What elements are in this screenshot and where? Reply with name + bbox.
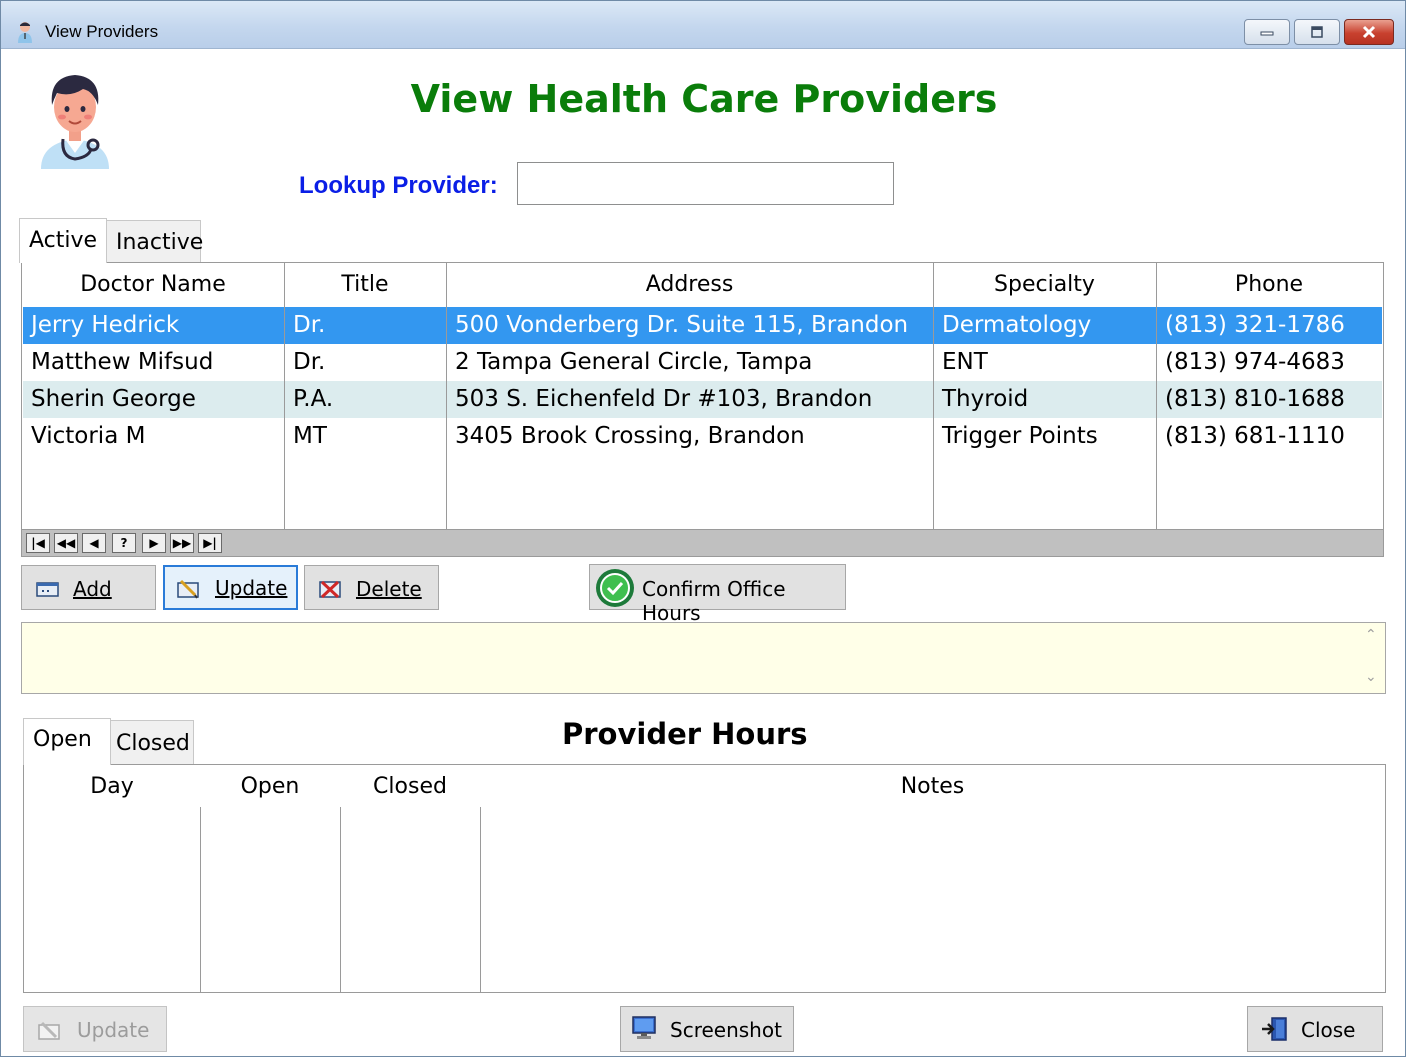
page-title: View Health Care Providers	[410, 77, 998, 121]
close-window-button[interactable]	[1344, 19, 1394, 45]
cell-title: Dr.	[293, 349, 326, 375]
maximize-button[interactable]	[1294, 19, 1340, 45]
tab-closed[interactable]: Closed	[110, 720, 194, 764]
prev-page-button[interactable]: ◀◀	[54, 533, 78, 553]
close-icon	[1362, 25, 1376, 39]
column-header-notes[interactable]: Notes	[480, 765, 1385, 809]
table-row[interactable]: Matthew Mifsud Dr. 2 Tampa General Circl…	[23, 344, 1382, 381]
add-button-label: Add	[73, 577, 112, 601]
column-header-day[interactable]: Day	[24, 765, 200, 809]
screenshot-button[interactable]: Screenshot	[620, 1006, 794, 1052]
cell-title: Dr.	[293, 312, 326, 338]
cell-doctor-name: Jerry Hedrick	[31, 312, 180, 338]
notes-scrollbar[interactable]: ⌃ ⌄	[1359, 623, 1385, 693]
column-divider	[480, 807, 481, 992]
edit-icon	[177, 579, 199, 599]
cell-doctor-name: Matthew Mifsud	[31, 349, 214, 375]
monitor-icon	[632, 1016, 656, 1039]
column-divider	[446, 263, 447, 529]
title-bar[interactable]: View Providers	[1, 1, 1405, 49]
providers-grid: Doctor Name Title Address Specialty Phon…	[21, 262, 1384, 557]
delete-button-label: Delete	[356, 577, 422, 601]
cell-address: 500 Vonderberg Dr. Suite 115, Brandon	[455, 312, 909, 338]
edit-icon	[38, 1021, 60, 1040]
view-providers-window: View Providers View Health Care Provider…	[0, 0, 1406, 1057]
next-record-button[interactable]: ▶	[142, 533, 166, 553]
lookup-provider-label: Lookup Provider:	[299, 172, 498, 199]
hours-update-button[interactable]: Update	[23, 1006, 167, 1052]
column-divider	[933, 263, 934, 529]
confirm-office-hours-button[interactable]: Confirm Office Hours	[589, 564, 846, 625]
cell-address: 3405 Brook Crossing, Brandon	[455, 423, 805, 449]
record-navigator: |◀ ◀◀ ◀ ? ▶ ▶▶ ▶|	[22, 529, 1383, 556]
exit-door-icon	[1262, 1017, 1287, 1041]
table-row[interactable]: Sherin George P.A. 503 S. Eichenfeld Dr …	[23, 381, 1382, 418]
provider-hours-grid: Day Open Closed Notes	[23, 764, 1386, 993]
update-button[interactable]: Update	[163, 565, 298, 610]
column-header-title[interactable]: Title	[284, 263, 446, 307]
hours-update-label: Update	[77, 1018, 150, 1042]
screenshot-label: Screenshot	[670, 1018, 782, 1042]
cell-specialty: ENT	[942, 349, 988, 375]
column-header-doctor-name[interactable]: Doctor Name	[22, 263, 284, 307]
window-title: View Providers	[45, 22, 159, 41]
last-record-button[interactable]: ▶|	[198, 533, 222, 553]
confirm-office-hours-label: Confirm Office Hours	[642, 577, 786, 625]
prev-record-button[interactable]: ◀	[82, 533, 106, 553]
delete-button[interactable]: Delete	[304, 565, 439, 610]
table-row[interactable]: Jerry Hedrick Dr. 500 Vonderberg Dr. Sui…	[23, 307, 1382, 344]
scroll-up-icon[interactable]: ⌃	[1365, 627, 1377, 643]
column-divider	[1156, 263, 1157, 529]
provider-hours-title: Provider Hours	[562, 717, 808, 751]
column-header-closed[interactable]: Closed	[340, 765, 480, 809]
tab-inactive[interactable]: Inactive	[106, 220, 203, 262]
column-header-address[interactable]: Address	[446, 263, 933, 307]
delete-icon	[319, 580, 341, 599]
cell-title: P.A.	[293, 386, 334, 412]
column-header-specialty[interactable]: Specialty	[933, 263, 1156, 307]
column-header-phone[interactable]: Phone	[1156, 263, 1382, 307]
check-circle-icon	[596, 569, 634, 607]
cell-address: 503 S. Eichenfeld Dr #103, Brandon	[455, 386, 873, 412]
first-record-button[interactable]: |◀	[26, 533, 50, 553]
next-page-button[interactable]: ▶▶	[170, 533, 194, 553]
add-icon	[36, 582, 59, 597]
doctor-icon	[18, 22, 32, 43]
column-divider	[200, 807, 201, 992]
notes-box[interactable]: ⌃ ⌄	[21, 622, 1386, 694]
close-button[interactable]: Close	[1247, 1006, 1383, 1052]
cell-title: MT	[293, 423, 327, 449]
cell-phone: (813) 974-4683	[1165, 349, 1345, 375]
cell-doctor-name: Sherin George	[31, 386, 196, 412]
maximize-icon	[1311, 26, 1323, 38]
cell-specialty: Trigger Points	[942, 423, 1098, 449]
cell-doctor-name: Victoria M	[31, 423, 146, 449]
tab-open[interactable]: Open	[23, 718, 111, 765]
column-divider	[340, 807, 341, 992]
column-divider	[284, 263, 285, 529]
tab-active[interactable]: Active	[19, 218, 107, 263]
minimize-icon	[1260, 31, 1274, 36]
cell-phone: (813) 681-1110	[1165, 423, 1345, 449]
record-help-button[interactable]: ?	[112, 533, 136, 553]
table-row[interactable]: Victoria M MT 3405 Brook Crossing, Brand…	[23, 418, 1382, 455]
cell-address: 2 Tampa General Circle, Tampa	[455, 349, 813, 375]
cell-phone: (813) 321-1786	[1165, 312, 1345, 338]
update-button-label: Update	[215, 576, 288, 600]
add-button[interactable]: Add	[21, 565, 156, 610]
minimize-button[interactable]	[1244, 19, 1290, 45]
lookup-provider-input[interactable]	[517, 162, 894, 205]
column-header-open[interactable]: Open	[200, 765, 340, 809]
scroll-down-icon[interactable]: ⌄	[1365, 669, 1377, 685]
close-label: Close	[1301, 1018, 1356, 1042]
cell-specialty: Dermatology	[942, 312, 1092, 338]
cell-specialty: Thyroid	[942, 386, 1029, 412]
cell-phone: (813) 810-1688	[1165, 386, 1345, 412]
